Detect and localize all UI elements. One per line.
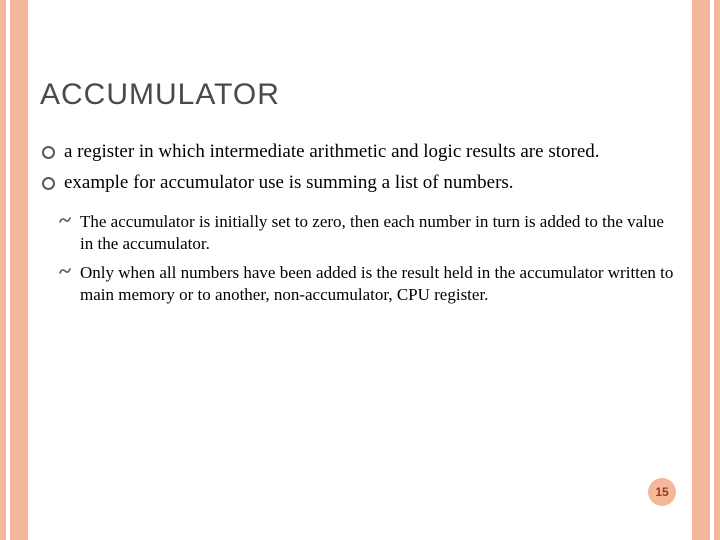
- sub-bullet-text: Only when all numbers have been added is…: [80, 263, 673, 304]
- primary-bullet-text: a register in which intermediate arithme…: [64, 141, 600, 162]
- sub-bullet: Only when all numbers have been added is…: [40, 262, 680, 306]
- primary-bullet-list: a register in which intermediate arithme…: [40, 140, 680, 195]
- page-number-badge: 15: [648, 478, 676, 506]
- slide-title: ACCUMULATOR: [40, 78, 680, 112]
- primary-bullet: example for accumulator use is summing a…: [40, 171, 680, 196]
- swirl-icon: [58, 264, 72, 284]
- sub-bullet: The accumulator is initially set to zero…: [40, 211, 680, 255]
- sub-bullet-text: The accumulator is initially set to zero…: [80, 212, 664, 253]
- side-stripe-right-thick: [692, 0, 710, 540]
- swirl-icon: [58, 213, 72, 233]
- side-stripe-left-thin: [0, 0, 6, 540]
- side-stripe-left-thick: [10, 0, 28, 540]
- primary-bullet-text: example for accumulator use is summing a…: [64, 172, 514, 193]
- primary-bullet: a register in which intermediate arithme…: [40, 140, 680, 165]
- sub-bullet-list: The accumulator is initially set to zero…: [40, 211, 680, 305]
- side-stripe-right-thin: [714, 0, 720, 540]
- page-number: 15: [655, 485, 668, 499]
- slide-content: ACCUMULATOR a register in which intermed…: [40, 78, 680, 312]
